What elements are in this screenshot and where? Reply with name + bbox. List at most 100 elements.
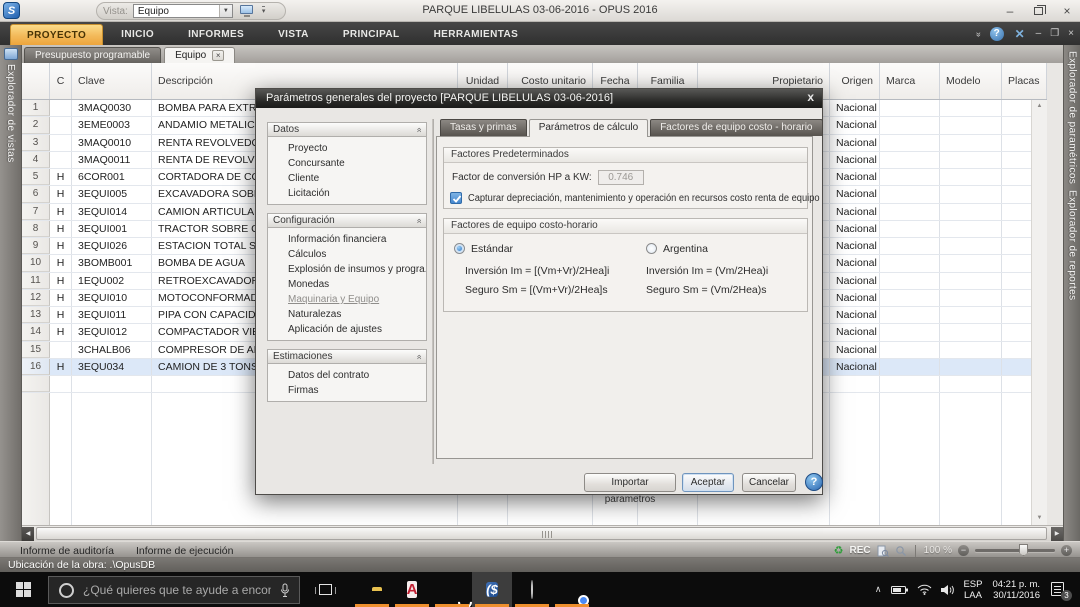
vista-combobox[interactable]: Equipo ▼ bbox=[133, 4, 233, 18]
nav-item-concursante[interactable]: Concursante bbox=[268, 156, 426, 171]
child-minimize-icon[interactable]: – bbox=[1036, 28, 1042, 39]
ribbon-tab-informes[interactable]: INFORMES bbox=[172, 24, 260, 45]
views-panel-icon[interactable] bbox=[4, 48, 18, 60]
vertical-scrollbar[interactable]: ▲ ▼ bbox=[1031, 100, 1047, 525]
column-header-rownum[interactable] bbox=[22, 63, 50, 99]
language-indicator[interactable]: ESPLAA bbox=[963, 579, 982, 601]
dialog-splitter[interactable] bbox=[432, 119, 434, 464]
bottom-tab-informe-de-auditor-a[interactable]: Informe de auditoría bbox=[20, 545, 114, 557]
speaker-icon[interactable] bbox=[940, 584, 955, 596]
column-header-marca[interactable]: Marca bbox=[880, 63, 940, 99]
nav-item-cliente[interactable]: Cliente bbox=[268, 171, 426, 186]
nav-item-proyecto[interactable]: Proyecto bbox=[268, 141, 426, 156]
magnifier-icon[interactable] bbox=[895, 545, 907, 557]
document-tab-presupuesto-programable[interactable]: Presupuesto programable bbox=[24, 47, 161, 63]
microphone-icon[interactable] bbox=[280, 583, 290, 598]
bottom-tab-informe-de-ejecuci-n[interactable]: Informe de ejecución bbox=[136, 545, 233, 557]
start-button[interactable] bbox=[0, 572, 46, 607]
nav-item-firmas[interactable]: Firmas bbox=[268, 383, 426, 398]
scroll-left-icon[interactable]: ◀ bbox=[22, 527, 34, 541]
nav-group-header-estimaciones[interactable]: Estimaciones» bbox=[267, 349, 427, 364]
collapse-group-icon[interactable]: » bbox=[413, 127, 423, 132]
ribbon-tab-principal[interactable]: PRINCIPAL bbox=[327, 24, 416, 45]
tray-expand-icon[interactable]: ∧ bbox=[875, 584, 882, 595]
argentina-radio[interactable] bbox=[646, 243, 657, 254]
import-parameters-button[interactable]: Importar parametros bbox=[584, 473, 676, 492]
document-tab-equipo[interactable]: Equipo× bbox=[164, 47, 235, 63]
cancel-button[interactable]: Cancelar bbox=[742, 473, 796, 492]
search-input[interactable]: ¿Qué quieres que te ayude a encontrar? bbox=[48, 576, 300, 604]
tools-icon[interactable]: ✕ bbox=[1013, 27, 1027, 41]
nav-item-aplicaci-n-de-ajustes[interactable]: Aplicación de ajustes bbox=[268, 322, 426, 337]
standard-radio[interactable] bbox=[454, 243, 465, 254]
nav-group-header-datos[interactable]: Datos» bbox=[267, 122, 427, 137]
taskbar-app-opus[interactable]: ($ bbox=[472, 572, 512, 607]
scroll-up-icon[interactable]: ▲ bbox=[1034, 101, 1045, 112]
column-header-c[interactable]: C bbox=[50, 63, 72, 99]
nav-group-header-configuraci-n[interactable]: Configuración» bbox=[267, 213, 427, 228]
restore-button[interactable] bbox=[1034, 7, 1043, 15]
column-header-origen[interactable]: Origen bbox=[830, 63, 880, 99]
ribbon-tab-proyecto[interactable]: PROYECTO bbox=[10, 24, 103, 45]
dialog-tab-factores-de-equipo-costo-horario[interactable]: Factores de equipo costo - horario bbox=[650, 119, 822, 136]
ribbon-tab-vista[interactable]: VISTA bbox=[262, 24, 325, 45]
column-header-clave[interactable]: Clave bbox=[72, 63, 152, 99]
view-manager-icon[interactable] bbox=[238, 4, 256, 19]
scrollbar-thumb[interactable] bbox=[36, 527, 1047, 540]
capture-depreciation-checkbox[interactable] bbox=[450, 192, 462, 204]
close-tab-icon[interactable]: × bbox=[212, 50, 224, 61]
collapse-group-icon[interactable]: » bbox=[413, 218, 423, 223]
close-button[interactable]: × bbox=[1060, 5, 1074, 17]
taskbar-app-file-explorer[interactable] bbox=[352, 572, 392, 607]
collapse-group-icon[interactable]: » bbox=[413, 354, 423, 359]
nav-item-monedas[interactable]: Monedas bbox=[268, 277, 426, 292]
quick-access-customize-icon[interactable]: ▾ bbox=[262, 6, 266, 16]
nav-item-datos-del-contrato[interactable]: Datos del contrato bbox=[268, 368, 426, 383]
dialog-help-icon[interactable]: ? bbox=[805, 473, 823, 491]
nav-item-informaci-n-financiera[interactable]: Información financiera bbox=[268, 232, 426, 247]
dialog-tab-tasas-y-primas[interactable]: Tasas y primas bbox=[440, 119, 527, 136]
explorer-views-tab[interactable]: Explorador de vistas bbox=[5, 64, 16, 163]
nav-item-naturalezas[interactable]: Naturalezas bbox=[268, 307, 426, 322]
nav-item-maquinaria-y-equipo[interactable]: Maquinaria y Equipo bbox=[268, 292, 426, 307]
column-header-placas[interactable]: Placas bbox=[1002, 63, 1047, 99]
help-icon[interactable]: ? bbox=[990, 27, 1004, 41]
accept-button[interactable]: Aceptar bbox=[682, 473, 734, 492]
nav-item-licitaci-n[interactable]: Licitación bbox=[268, 186, 426, 201]
minimize-button[interactable]: – bbox=[1003, 5, 1017, 17]
zoom-out-icon[interactable]: − bbox=[958, 545, 969, 556]
battery-icon[interactable] bbox=[891, 585, 909, 595]
child-close-icon[interactable]: × bbox=[1068, 28, 1074, 39]
taskbar-app-whatsapp[interactable] bbox=[432, 572, 472, 607]
zoom-in-icon[interactable]: + bbox=[1061, 545, 1072, 556]
refresh-icon[interactable]: ♻ bbox=[834, 544, 844, 557]
horizontal-scrollbar[interactable]: ◀ ▶ bbox=[22, 525, 1063, 541]
child-restore-icon[interactable]: ❐ bbox=[1050, 28, 1059, 39]
chevron-down-icon[interactable]: ▼ bbox=[219, 5, 232, 17]
scroll-right-icon[interactable]: ▶ bbox=[1051, 527, 1063, 541]
dialog-tab-par-metros-de-c-lculo[interactable]: Parámetros de cálculo bbox=[529, 119, 649, 137]
scroll-down-icon[interactable]: ▼ bbox=[1034, 513, 1045, 524]
preview-page-icon[interactable] bbox=[877, 545, 889, 557]
dialog-close-icon[interactable]: x bbox=[807, 90, 814, 104]
hp-kw-factor-input[interactable]: 0.746 bbox=[598, 170, 644, 185]
notification-center-icon[interactable]: 3 bbox=[1050, 581, 1070, 599]
dialog-titlebar[interactable]: Parámetros generales del proyecto [PARQU… bbox=[256, 89, 822, 108]
ribbon-tab-inicio[interactable]: INICIO bbox=[105, 24, 170, 45]
taskbar-app-chrome[interactable] bbox=[552, 572, 592, 607]
ribbon-tab-herramientas[interactable]: HERRAMIENTAS bbox=[418, 24, 535, 45]
wifi-icon[interactable] bbox=[917, 584, 932, 595]
taskbar-app-adobe-reader[interactable]: A bbox=[392, 572, 432, 607]
cell-marca bbox=[880, 324, 940, 340]
explorer-parametrics-tab[interactable]: Explorador de paramétricos bbox=[1067, 51, 1078, 184]
nav-item-explosi-n-de-insumos-y-progra[interactable]: Explosión de insumos y progra... bbox=[268, 262, 426, 277]
task-view-icon[interactable] bbox=[312, 580, 338, 599]
column-header-modelo[interactable]: Modelo bbox=[940, 63, 1002, 99]
taskbar-app-league[interactable] bbox=[512, 572, 552, 607]
nav-item-c-lculos[interactable]: Cálculos bbox=[268, 247, 426, 262]
explorer-reports-tab[interactable]: Explorador de reportes bbox=[1067, 190, 1078, 301]
collapse-ribbon-icon[interactable]: » bbox=[974, 31, 984, 35]
zoom-slider-thumb[interactable] bbox=[1019, 544, 1028, 556]
zoom-slider[interactable] bbox=[975, 549, 1055, 552]
clock[interactable]: 04:21 p. m.30/11/2016 bbox=[992, 579, 1040, 601]
